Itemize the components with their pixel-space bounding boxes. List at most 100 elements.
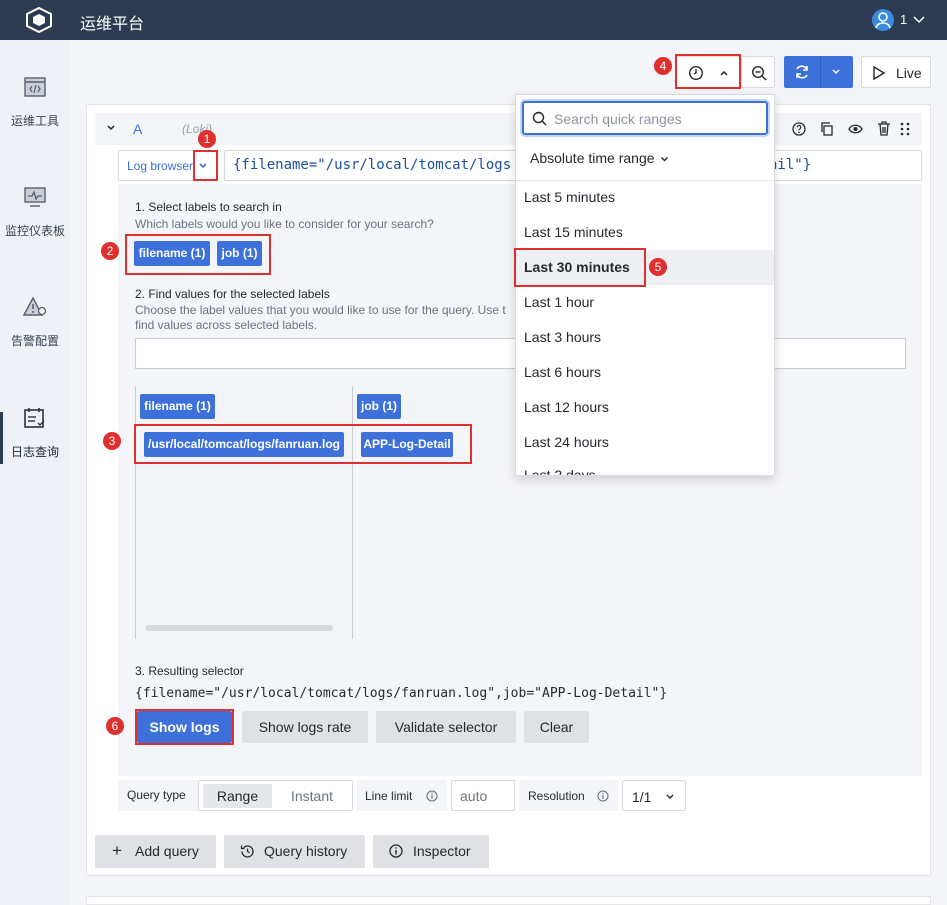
quick-range-item[interactable]: Last 1 hour [516,285,774,320]
chevron-down-icon[interactable] [660,156,669,163]
query-text-start: {filename="/usr/local/tomcat/logs [233,157,512,173]
chevron-down-icon[interactable] [913,15,925,24]
highlight-box-5 [514,248,646,287]
inspector-button[interactable]: Inspector [373,835,489,868]
refresh-button[interactable] [784,56,853,88]
add-query-label: Add query [135,843,199,859]
resolution-value: 1/1 [632,789,652,805]
sidebar-item-dashboards[interactable]: 监控仪表板 [0,186,70,239]
sidebar-item-alerts[interactable]: 告警配置 [0,296,70,349]
query-letter: A [133,121,143,137]
info-icon [597,790,609,802]
user-count[interactable]: 1 [900,12,907,27]
resolution-label: Resolution [528,789,585,803]
step3-title: 3. Resulting selector [135,664,244,678]
sidebar-item-log-query[interactable]: 日志查询 [0,407,70,460]
step-marker: 4 [654,57,672,75]
line-limit-label-box: Line limit [357,780,447,811]
absolute-time-range-label: Absolute time range [530,150,655,166]
step-marker: 2 [101,242,119,260]
quick-range-item[interactable]: Last 2 days [516,460,774,475]
alert-gear-icon [23,296,47,316]
quick-range-item[interactable]: Last 6 hours [516,355,774,390]
trash-icon[interactable] [877,121,891,136]
sidebar-item-label: 运维工具 [10,114,59,128]
drag-handle-icon[interactable] [900,122,910,136]
column-header-job: job (1) [357,394,401,419]
query-history-label: Query history [264,843,348,859]
eye-icon[interactable] [848,123,863,135]
query-type-instant[interactable]: Instant [277,784,347,808]
live-button[interactable]: Live [861,56,931,88]
quick-range-item[interactable]: Last 12 hours [516,390,774,425]
step2-title: 2. Find values for the selected labels [135,287,330,301]
help-icon[interactable] [792,122,806,136]
show-logs-rate-button[interactable]: Show logs rate [242,711,368,743]
query-type-toggle: Range Instant [198,780,353,811]
log-browser-label: Log browser [127,159,194,173]
play-icon [873,65,886,81]
plus-icon: + [112,841,122,860]
add-query-button[interactable]: + Add query [95,835,216,868]
sidebar-item-label: 监控仪表板 [4,224,65,238]
resulting-selector: {filename="/usr/local/tomcat/logs/fanrua… [135,686,668,701]
step1-subtitle: Which labels would you like to consider … [135,217,434,231]
cube-logo-icon [26,7,52,33]
validate-selector-button[interactable]: Validate selector [376,711,516,743]
step-marker: 5 [649,258,667,276]
query-history-button[interactable]: Query history [224,835,365,868]
sidebar-item-label: 告警配置 [10,334,59,348]
step-marker: 3 [103,432,121,450]
step-marker: 1 [198,130,216,148]
query-text-end: ail"} [769,157,812,173]
monitor-icon [24,187,46,207]
line-limit-input[interactable] [451,780,515,811]
user-avatar-icon[interactable] [872,9,894,31]
copy-icon[interactable] [820,122,834,136]
sidebar-item-ops-tools[interactable]: 运维工具 [0,76,70,129]
quick-range-item[interactable]: Last 15 minutes [516,215,774,250]
query-type-range[interactable]: Range [203,784,272,808]
info-icon [389,844,403,858]
history-icon [240,845,254,858]
resolution-label-box: Resolution [519,780,618,811]
inspector-label: Inspector [413,843,471,859]
step2-subtitle-2: find values across selected labels. [135,318,318,332]
quick-range-search[interactable]: Search quick ranges [522,101,768,135]
step-marker: 6 [106,717,124,735]
highlight-box-1 [193,150,218,181]
live-label: Live [896,65,922,81]
code-window-icon [24,77,46,97]
top-bar: 运维平台 1 [0,0,947,40]
quick-range-item[interactable]: Last 5 minutes [516,180,774,215]
collapse-chevron-icon[interactable] [106,124,116,132]
app-title: 运维平台 [80,16,145,33]
line-limit-label: Line limit [365,789,413,803]
clear-button[interactable]: Clear [524,711,589,743]
quick-range-item[interactable]: Last 24 hours [516,425,774,460]
highlight-box-6 [135,709,234,745]
sidebar: 运维工具 监控仪表板 告警配置 日志查询 [0,40,70,905]
absolute-time-range-toggle[interactable]: Absolute time range [530,150,655,166]
search-placeholder: Search quick ranges [554,111,682,127]
search-icon [532,111,547,126]
chevron-down-icon [832,69,840,75]
chevron-down-icon [666,794,674,799]
results-panel [86,896,931,905]
highlight-box-2 [125,234,271,275]
highlight-box-4 [675,54,741,89]
step2-subtitle: Choose the label values that you would l… [135,303,506,317]
query-type-label: Query type [118,780,198,811]
refresh-icon [796,65,808,79]
column-header-filename: filename (1) [140,394,215,419]
sidebar-item-label: 日志查询 [10,445,59,459]
calendar-list-icon [24,408,45,428]
info-icon [426,790,438,802]
horizontal-scrollbar[interactable] [145,625,333,631]
quick-range-item[interactable]: Last 3 hours [516,320,774,355]
zoom-out-icon [751,65,767,81]
highlight-box-3 [134,424,472,464]
zoom-out-button[interactable] [741,56,775,88]
resolution-select[interactable]: 1/1 [622,780,686,811]
step1-title: 1. Select labels to search in [135,200,282,214]
